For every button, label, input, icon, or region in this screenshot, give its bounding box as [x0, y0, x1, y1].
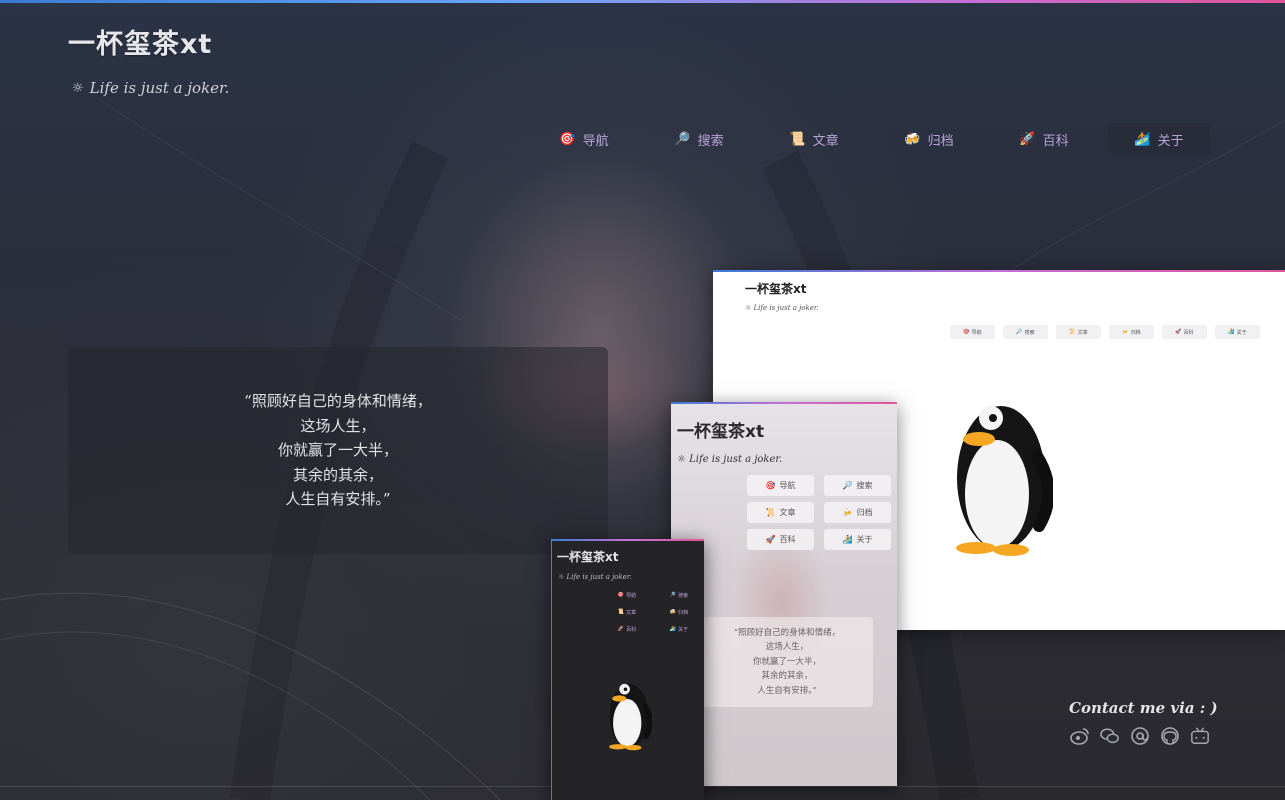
preview-tagline: ☼ Life is just a joker. — [558, 573, 632, 581]
preview-accent-strip — [713, 270, 1285, 272]
preview-tagline: ☼ Life is just a joker. — [677, 454, 783, 465]
preview-accent-strip — [671, 402, 897, 404]
preview-nav-item: 📜 文章 — [1056, 325, 1101, 339]
preview-nav-item: 🏄 关于 — [669, 626, 689, 633]
target-icon: 🎯 — [559, 132, 576, 147]
nav-label: 导航 — [582, 134, 609, 149]
mobile-preview: 一杯玺茶xt ☼ Life is just a joker. 🎯 导航 🔎 搜索 📜… — [551, 539, 704, 800]
quote-line: 其余的其余， — [292, 465, 383, 484]
main-nav: 🎯 导航 🔎 搜索 📜 文章 🍻 归档 🚀 百科 🏄 关于 — [533, 123, 1210, 156]
penguin-icon — [956, 406, 1053, 556]
preview-nav-item: 🔎 搜索 — [669, 592, 689, 599]
top-accent-strip — [0, 0, 1285, 3]
quote-card: “照顾好自己的身体和情绪， 这场人生， 你就赢了一大半， 其余的其余， 人生自有… — [68, 347, 608, 554]
preview-nav-item: 🍻 归档 — [669, 609, 689, 616]
preview-nav-item: 🎯 导航 — [617, 592, 637, 599]
magnifier-icon: 🔎 — [674, 132, 691, 147]
preview-site-title: 一杯玺茶xt — [745, 282, 807, 296]
preview-nav-item: 🎯 导航 — [950, 325, 995, 339]
quote-line: 你就赢了一大半， — [277, 441, 398, 460]
preview-nav-item: 🚀 百科 — [747, 529, 814, 550]
preview-nav: 🎯 导航 🔎 搜索 📜 文章 🍻 归档 🚀 百科 🏄 关于 — [950, 325, 1260, 339]
nav-label: 搜索 — [697, 134, 724, 149]
quote-line: “照顾好自己的身体和情绪， — [244, 392, 432, 411]
email-icon[interactable] — [1130, 726, 1150, 746]
site-title[interactable]: 一杯玺茶xt — [68, 22, 212, 61]
preview-nav-item: 🚀 百科 — [1162, 325, 1207, 339]
rocket-icon: 🚀 — [1019, 132, 1036, 147]
preview-nav: 🎯 导航 🔎 搜索 📜 文章 🍻 归档 🚀 百科 🏄 关于 — [604, 588, 702, 636]
preview-site-title: 一杯玺茶xt — [557, 550, 619, 564]
preview-site-title: 一杯玺茶xt — [677, 422, 765, 442]
preview-nav-item: 🏄 关于 — [824, 529, 891, 550]
quote-text: “照顾好自己的身体和情绪， 这场人生， 你就赢了一大半， 其余的其余， 人生自有… — [244, 389, 432, 512]
nav-label: 文章 — [812, 134, 839, 149]
preview-nav-item: 🚀 百科 — [617, 626, 637, 633]
preview-accent-strip — [552, 539, 704, 541]
preview-nav-item: 📜 文章 — [617, 609, 637, 616]
nav-label: 关于 — [1157, 134, 1184, 149]
penguin-icon — [609, 683, 652, 751]
contact-icons — [1070, 726, 1210, 746]
scroll-icon: 📜 — [789, 132, 806, 147]
preview-nav-item: 🍻 归档 — [1109, 325, 1154, 339]
preview-nav: 🎯 导航 🔎 搜索 📜 文章 🍻 归档 🚀 百科 🏄 关于 — [747, 475, 891, 550]
nav-label: 归档 — [927, 134, 954, 149]
quote-line: 人生自有安排。” — [285, 490, 391, 509]
nav-item-wiki[interactable]: 🚀 百科 — [993, 123, 1095, 156]
archive-icon: 🍻 — [904, 132, 921, 147]
about-icon: 🏄 — [1134, 132, 1151, 147]
preview-tagline: ☼ Life is just a joker. — [745, 304, 819, 312]
preview-nav-item: 🏄 关于 — [1215, 325, 1260, 339]
preview-nav-item: 🔎 搜索 — [1003, 325, 1048, 339]
preview-nav-item: 📜 文章 — [747, 502, 814, 523]
preview-nav-item: 🔎 搜索 — [824, 475, 891, 496]
nav-item-guide[interactable]: 🎯 导航 — [533, 123, 635, 156]
weibo-icon[interactable] — [1070, 726, 1090, 746]
sun-icon: ☼ — [72, 80, 84, 96]
tablet-preview: 一杯玺茶xt ☼ Life is just a joker. 🎯 导航 🔎 搜索 📜… — [671, 402, 897, 786]
preview-nav-item: 🎯 导航 — [747, 475, 814, 496]
site-tagline: ☼ Life is just a joker. — [72, 79, 229, 97]
bilibili-icon[interactable] — [1190, 726, 1210, 746]
github-icon[interactable] — [1160, 726, 1180, 746]
nav-item-articles[interactable]: 📜 文章 — [763, 123, 865, 156]
tagline-text: Life is just a joker. — [89, 79, 230, 97]
preview-quote-card: “照顾好自己的身体和情绪， 这场人生， 你就赢了一大半， 其余的其余， 人生自有… — [701, 617, 873, 707]
preview-nav-item: 🍻 归档 — [824, 502, 891, 523]
wechat-icon[interactable] — [1100, 726, 1120, 746]
nav-item-search[interactable]: 🔎 搜索 — [648, 123, 750, 156]
nav-item-archive[interactable]: 🍻 归档 — [878, 123, 980, 156]
nav-item-about[interactable]: 🏄 关于 — [1108, 123, 1210, 156]
contact-title: Contact me via : ) — [1069, 699, 1218, 717]
nav-label: 百科 — [1042, 134, 1069, 149]
quote-line: 这场人生， — [300, 416, 376, 435]
